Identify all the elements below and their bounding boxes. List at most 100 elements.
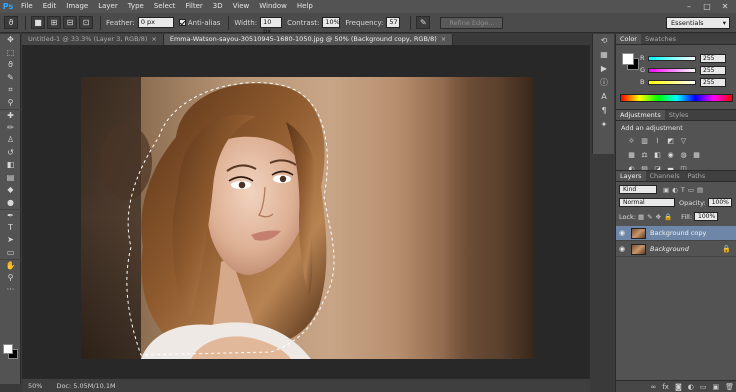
new-group-icon[interactable]: ▭ (700, 383, 707, 391)
new-layer-icon[interactable]: ▣ (712, 383, 719, 391)
lasso-tool-icon[interactable]: ϑ (0, 59, 21, 72)
new-selection-icon[interactable]: ■ (31, 16, 45, 29)
levels-icon[interactable]: ▥ (639, 137, 650, 146)
delete-layer-icon[interactable]: 🗑 (725, 383, 734, 391)
tab-untitled-1[interactable]: Untitled-1 @ 33.3% (Layer 3, RGB/8) × (22, 34, 164, 45)
brush-tool-icon[interactable]: ✏ (0, 122, 21, 135)
black-white-icon[interactable]: ◧ (652, 151, 663, 160)
filter-type-icon[interactable]: T (681, 186, 685, 194)
brightness-contrast-icon[interactable]: ☼ (626, 137, 637, 146)
maximize-button[interactable]: □ (698, 0, 716, 13)
lock-position-icon[interactable]: ✥ (656, 213, 661, 221)
properties-panel-icon[interactable]: ▦ (593, 48, 615, 62)
gradient-tool-icon[interactable]: ▤ (0, 172, 21, 185)
red-slider[interactable] (648, 55, 696, 61)
filter-adjustment-icon[interactable]: ◐ (672, 186, 678, 194)
marquee-tool-icon[interactable]: ⬚ (0, 47, 21, 60)
filter-smart-object-icon[interactable]: ▤ (697, 186, 703, 194)
contrast-input[interactable]: 10% (322, 17, 341, 28)
frequency-input[interactable]: 57 (386, 17, 401, 28)
menu-layer[interactable]: Layer (93, 0, 123, 13)
new-adjustment-icon[interactable]: ◐ (688, 383, 694, 391)
dodge-tool-icon[interactable]: ● (0, 197, 21, 210)
intersect-selection-icon[interactable]: ⊡ (79, 16, 93, 29)
fill-input[interactable]: 100% (694, 212, 719, 221)
filter-pixel-icon[interactable]: ▣ (663, 186, 669, 194)
menu-3d[interactable]: 3D (208, 0, 228, 13)
quick-select-tool-icon[interactable]: ✎ (0, 72, 21, 85)
blur-tool-icon[interactable]: ◆ (0, 184, 21, 197)
channel-mixer-icon[interactable]: ◍ (678, 151, 689, 160)
menu-type[interactable]: Type (123, 0, 149, 13)
layer-row-background[interactable]: ◉ Background 🔒 (616, 242, 736, 257)
feather-input[interactable]: 0 px (137, 17, 174, 28)
tab-adjustments[interactable]: Adjustments (616, 110, 665, 120)
minimize-button[interactable]: – (680, 0, 698, 13)
menu-help[interactable]: Help (292, 0, 318, 13)
vibrance-icon[interactable]: ▽ (678, 137, 689, 146)
layer-style-icon[interactable]: fx (662, 383, 669, 391)
subtract-selection-icon[interactable]: ⊟ (63, 16, 77, 29)
menu-select[interactable]: Select (149, 0, 181, 13)
hand-tool-icon[interactable]: ✋ (0, 259, 21, 272)
link-layers-icon[interactable]: ∞ (651, 383, 657, 391)
close-icon[interactable]: × (441, 35, 446, 43)
tab-emma-watson[interactable]: Emma-Watson-sayou-30510945-1680-1050.jpg… (163, 34, 454, 45)
menu-filter[interactable]: Filter (180, 0, 207, 13)
history-brush-tool-icon[interactable]: ↺ (0, 147, 21, 160)
more-tools-icon[interactable]: ··· (0, 284, 21, 297)
menu-file[interactable]: File (16, 0, 38, 13)
foreground-color-swatch[interactable] (622, 53, 634, 65)
color-lookup-icon[interactable]: ▦ (691, 151, 702, 160)
blend-mode-select[interactable]: Normal (619, 198, 675, 207)
menu-image[interactable]: Image (61, 0, 93, 13)
foreground-color-swatch[interactable] (3, 344, 13, 354)
opacity-input[interactable]: 100% (707, 198, 732, 207)
close-icon[interactable]: × (151, 35, 156, 43)
paragraph-panel-icon[interactable]: ¶ (593, 104, 615, 118)
layer-kind-select[interactable]: Kind (619, 185, 657, 194)
history-panel-icon[interactable]: ⟲ (593, 34, 615, 48)
menu-view[interactable]: View (228, 0, 255, 13)
actions-panel-icon[interactable]: ▶ (593, 62, 615, 76)
visibility-eye-icon[interactable]: ◉ (616, 229, 628, 237)
color-spectrum[interactable] (620, 94, 733, 102)
zoom-level[interactable]: 50% (28, 382, 42, 390)
curves-icon[interactable]: ⌇ (652, 137, 663, 146)
menu-window[interactable]: Window (254, 0, 292, 13)
close-button[interactable]: ✕ (716, 0, 734, 13)
tab-paths[interactable]: Paths (684, 171, 710, 181)
red-value-input[interactable]: 255 (700, 53, 726, 63)
add-selection-icon[interactable]: ⊞ (47, 16, 61, 29)
green-slider[interactable] (648, 67, 696, 73)
photo-filter-icon[interactable]: ◉ (665, 151, 676, 160)
lock-image-icon[interactable]: ✎ (647, 213, 652, 221)
magnetic-lasso-preset-icon[interactable]: ϑ (4, 16, 18, 29)
clone-stamp-tool-icon[interactable]: ♙ (0, 134, 21, 147)
crop-tool-icon[interactable]: ⌗ (0, 84, 21, 97)
exposure-icon[interactable]: ◩ (665, 137, 676, 146)
refine-edge-button[interactable]: Refine Edge... (440, 16, 504, 29)
color-balance-icon[interactable]: ⚖ (639, 151, 650, 160)
visibility-eye-icon[interactable]: ◉ (616, 245, 628, 253)
eraser-tool-icon[interactable]: ◧ (0, 159, 21, 172)
width-input[interactable]: 10 px (260, 17, 283, 35)
filter-shape-icon[interactable]: ▭ (688, 186, 694, 194)
green-value-input[interactable]: 255 (700, 65, 726, 75)
tab-color[interactable]: Color (616, 34, 641, 44)
blue-slider[interactable] (648, 79, 696, 85)
type-tool-icon[interactable]: T (0, 222, 21, 235)
lock-transparent-icon[interactable]: ▦ (638, 213, 644, 221)
eyedropper-tool-icon[interactable]: ⚲ (0, 97, 21, 110)
workspace-select[interactable]: Essentials ▾ (666, 17, 730, 29)
menu-edit[interactable]: Edit (38, 0, 62, 13)
path-selection-tool-icon[interactable]: ➤ (0, 234, 21, 247)
canvas-area[interactable] (22, 45, 590, 378)
brush-presets-panel-icon[interactable]: ✦ (593, 118, 615, 132)
info-panel-icon[interactable]: ⓘ (593, 76, 615, 90)
lock-all-icon[interactable]: 🔒 (664, 213, 672, 221)
healing-brush-tool-icon[interactable]: ✚ (0, 109, 21, 122)
character-panel-icon[interactable]: A (593, 90, 615, 104)
antialias-checkbox[interactable] (178, 19, 186, 26)
pen-tool-icon[interactable]: ✒ (0, 209, 21, 222)
